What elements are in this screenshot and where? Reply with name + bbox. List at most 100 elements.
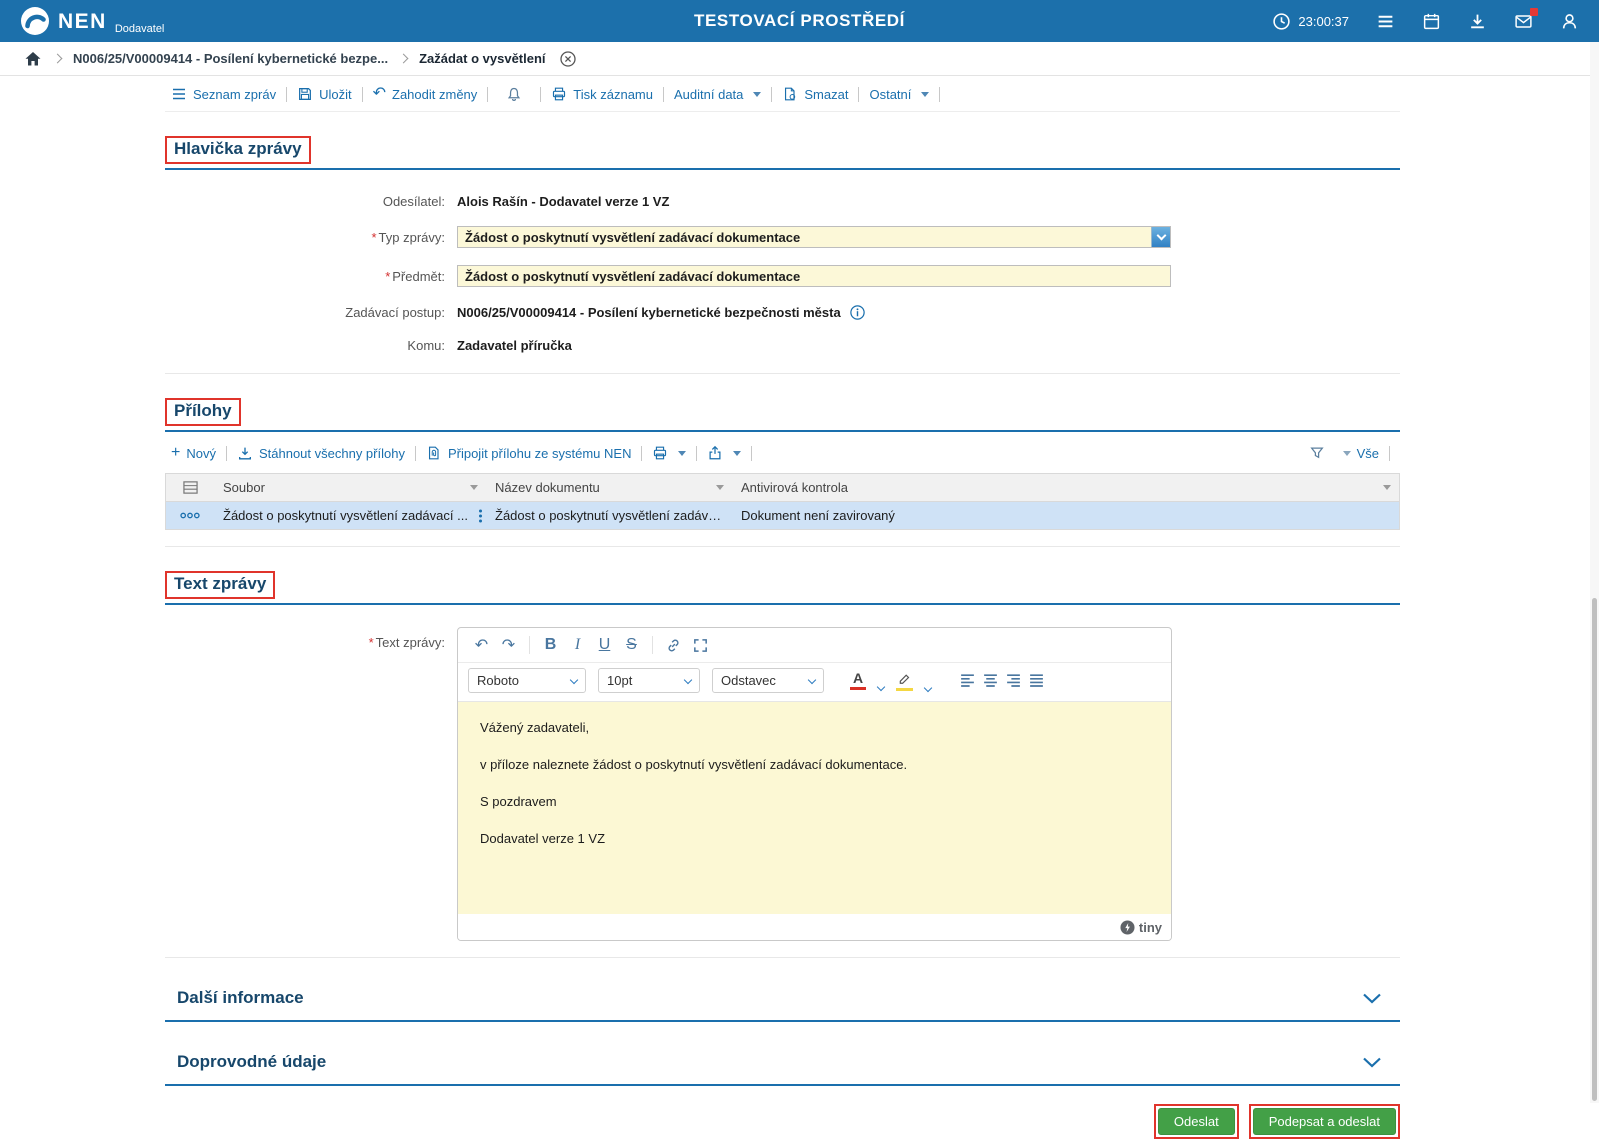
- align-left-icon[interactable]: [959, 673, 976, 688]
- cell-more-icon[interactable]: [478, 508, 483, 524]
- cell-nazev[interactable]: Žádost o poskytnutí vysvětlení zadáva...: [486, 502, 732, 529]
- user-icon[interactable]: [1560, 12, 1579, 31]
- chevron-down-icon: [1363, 1057, 1381, 1068]
- align-right-icon[interactable]: [1005, 673, 1022, 688]
- annotation-box: Přílohy: [165, 398, 241, 426]
- home-icon[interactable]: [24, 50, 42, 68]
- discard-changes-button[interactable]: ↶ Zahodit změny: [373, 86, 478, 102]
- tiny-brand[interactable]: tiny: [1120, 920, 1162, 935]
- section-dalsi-informace[interactable]: Další informace: [165, 982, 1400, 1022]
- redo-icon[interactable]: ↷: [495, 633, 522, 657]
- sign-and-send-button[interactable]: Podepsat a odeslat: [1252, 1108, 1396, 1135]
- form-row-recipient: Komu: Zadavatel příručka: [165, 338, 1400, 353]
- info-icon[interactable]: [849, 304, 866, 321]
- table-settings-icon: [182, 481, 198, 494]
- column-settings-cell[interactable]: [166, 474, 214, 501]
- paragraph-style-select[interactable]: Odstavec: [712, 668, 824, 693]
- toolbar-divider: [939, 86, 941, 102]
- chevron-down-icon: [921, 91, 930, 97]
- send-button[interactable]: Odeslat: [1157, 1108, 1235, 1135]
- session-clock: 23:00:37: [1272, 12, 1349, 31]
- breadcrumb-procedure[interactable]: N006/25/V00009414 - Posílení kybernetick…: [73, 51, 388, 66]
- cell-antivir[interactable]: Dokument není zavirovaný: [732, 502, 1399, 529]
- toolbar-divider: [487, 86, 489, 102]
- breadcrumb-separator-icon: [52, 53, 63, 64]
- annotation-box: Podepsat a odeslat: [1248, 1104, 1400, 1139]
- undo-icon[interactable]: ↶: [468, 633, 495, 657]
- annotation-box: Text zprávy: [165, 571, 276, 599]
- italic-button[interactable]: I: [564, 633, 591, 657]
- export-attachments-button[interactable]: [707, 445, 742, 461]
- scrollbar-thumb[interactable]: [1592, 598, 1597, 1101]
- cell-soubor[interactable]: Žádost o poskytnutí vysvětlení zadávací …: [214, 502, 486, 529]
- column-filter-icon[interactable]: [1383, 485, 1391, 490]
- form-row-message-type: * Typ zprávy: Žádost o poskytnutí vysvětl…: [165, 226, 1400, 248]
- highlight-color-button[interactable]: [896, 671, 933, 692]
- brand-name: NEN: [58, 10, 107, 33]
- column-header-antivir[interactable]: Antivirová kontrola: [732, 474, 1399, 501]
- toolbar-divider: [663, 86, 664, 102]
- nen-logo[interactable]: NEN Dodavatel: [20, 6, 164, 36]
- column-filter-icon[interactable]: [716, 485, 724, 490]
- toolbar-divider: [858, 86, 860, 102]
- row-menu-cell[interactable]: [166, 502, 214, 529]
- subject-input[interactable]: Žádost o poskytnutí vysvětlení zadávací …: [457, 265, 1171, 287]
- text-color-button[interactable]: A: [850, 671, 886, 692]
- align-center-icon[interactable]: [982, 673, 999, 688]
- editor-divider: [529, 636, 530, 654]
- alignment-group: [959, 673, 1045, 688]
- column-header-nazev[interactable]: Název dokumentu: [486, 474, 732, 501]
- filter-icon[interactable]: [1309, 445, 1325, 461]
- undo-icon: ↶: [372, 85, 387, 102]
- column-header-soubor[interactable]: Soubor: [214, 474, 486, 501]
- column-filter-icon[interactable]: [470, 485, 478, 490]
- download-all-attachments-button[interactable]: Stáhnout všechny přílohy: [237, 445, 405, 461]
- section-message-header: Hlavička zprávy Odesílatel: Alois Rašín …: [165, 136, 1400, 374]
- close-tab-icon[interactable]: [559, 50, 577, 68]
- save-label: Uložit: [319, 86, 352, 102]
- underline-button[interactable]: U: [591, 633, 618, 657]
- other-actions-button[interactable]: Ostatní: [869, 86, 930, 102]
- highlight-pen-icon: [896, 671, 914, 691]
- section-message-text: Text zprávy * Text zprávy: ↶ ↷ B I U S R…: [165, 571, 1400, 958]
- chevron-down-icon: [1363, 993, 1381, 1004]
- fullscreen-button[interactable]: [687, 633, 714, 657]
- topbar-actions: 23:00:37: [1272, 7, 1579, 31]
- chevron-down-icon: [753, 91, 762, 97]
- bold-button[interactable]: B: [537, 633, 564, 657]
- message-paragraph: Vážený zadavateli,: [480, 720, 590, 735]
- strikethrough-button[interactable]: S: [618, 633, 645, 657]
- font-size-select[interactable]: 10pt: [598, 668, 700, 693]
- attach-from-nen-button[interactable]: Připojit přílohu ze systému NEN: [426, 445, 631, 461]
- editor-divider: [652, 636, 653, 654]
- audit-data-button[interactable]: Auditní data: [674, 87, 762, 102]
- subject-label: * Předmět:: [385, 268, 445, 284]
- attach-file-icon: [428, 446, 439, 460]
- save-button[interactable]: Uložit: [297, 86, 352, 102]
- attachment-row[interactable]: Žádost o poskytnutí vysvětlení zadávací …: [166, 502, 1399, 529]
- message-text-row: * Text zprávy: ↶ ↷ B I U S Roboto 10pt O…: [165, 627, 1400, 941]
- message-text-content[interactable]: Vážený zadavateli, v příloze naleznete ž…: [458, 702, 1171, 914]
- font-family-select[interactable]: Roboto: [468, 668, 586, 693]
- link-button[interactable]: [660, 633, 687, 657]
- chevron-down-icon: [807, 675, 817, 684]
- print-attachments-button[interactable]: [652, 445, 687, 461]
- toolbar-divider: [696, 445, 698, 461]
- delete-button[interactable]: Smazat: [782, 86, 848, 102]
- print-record-button[interactable]: Tisk záznamu: [551, 86, 653, 102]
- other-actions-label: Ostatní: [869, 86, 912, 102]
- section-doprovodne-udaje[interactable]: Doprovodné údaje: [165, 1046, 1400, 1086]
- tiny-logo-icon: [1120, 919, 1135, 935]
- select-dropdown-button[interactable]: [1151, 227, 1170, 247]
- calendar-icon[interactable]: [1422, 12, 1441, 31]
- notifications-button[interactable]: [506, 86, 522, 102]
- download-icon[interactable]: [1468, 12, 1487, 31]
- messages-button[interactable]: [1514, 7, 1538, 31]
- message-list-button[interactable]: Seznam zpráv: [171, 86, 276, 102]
- view-all-filter-button[interactable]: Vše: [1342, 446, 1379, 461]
- align-justify-icon[interactable]: [1028, 673, 1045, 688]
- message-type-select[interactable]: Žádost o poskytnutí vysvětlení zadávací …: [457, 226, 1171, 248]
- menu-icon[interactable]: [1376, 12, 1395, 31]
- new-attachment-button[interactable]: + Nový: [171, 445, 216, 461]
- print-record-label: Tisk záznamu: [573, 86, 653, 102]
